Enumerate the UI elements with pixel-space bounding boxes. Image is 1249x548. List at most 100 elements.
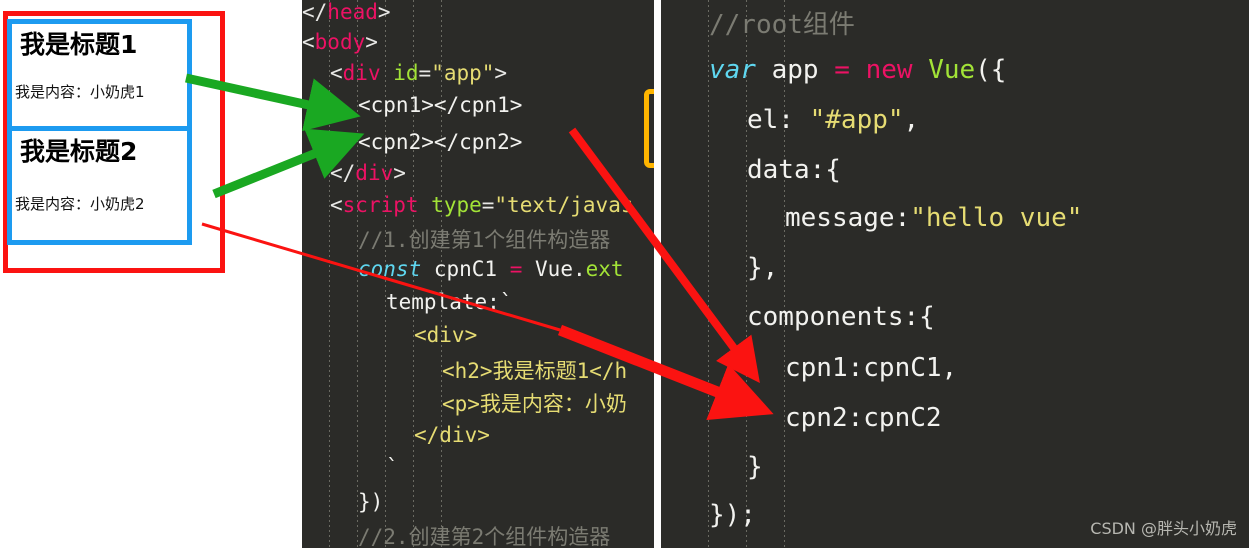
- cpn-tags-orange-highlight-box: [644, 89, 654, 168]
- code-token: </: [302, 0, 328, 24]
- code-token: <: [330, 193, 343, 217]
- code-line: <cpn2></cpn2>: [358, 130, 522, 154]
- code-token: </div>: [414, 423, 490, 447]
- code-token: </: [330, 161, 356, 185]
- code-line: <body>: [302, 30, 378, 54]
- code-token: <: [330, 61, 343, 85]
- code-token: <cpn2></cpn2>: [358, 130, 523, 154]
- code-token: head: [327, 0, 378, 24]
- component-card-title: 我是标题2: [20, 137, 138, 166]
- code-token: });: [709, 500, 756, 530]
- code-token: template:`: [386, 290, 513, 314]
- code-token: =: [834, 55, 850, 85]
- code-token: id: [393, 61, 419, 85]
- code-token: div: [355, 161, 394, 185]
- code-line: <h2>我是标题1</h: [442, 355, 627, 385]
- code-line: </div>: [330, 161, 406, 185]
- code-token: }): [358, 490, 384, 514]
- code-token: var: [709, 55, 756, 85]
- component-card-text: 我是内容：小奶虎1: [15, 83, 145, 101]
- code-line: <script type="text/javas: [330, 193, 633, 217]
- code-token: components:{: [747, 302, 935, 332]
- code-line: //1.创建第1个组件构造器: [358, 224, 610, 254]
- code-line: message:"hello vue": [785, 203, 1082, 233]
- code-line: });: [709, 500, 756, 530]
- code-token: Vue.: [522, 257, 586, 281]
- code-token: const: [358, 257, 422, 281]
- code-token: },: [747, 253, 779, 283]
- code-line: <p>我是内容：小奶: [442, 388, 627, 418]
- code-token: =: [509, 257, 523, 281]
- code-token: >: [365, 30, 378, 54]
- component-card-title: 我是标题1: [20, 30, 138, 59]
- code-token: <: [302, 30, 315, 54]
- code-token: ,: [903, 105, 920, 135]
- code-token: =: [481, 193, 495, 217]
- code-token: el:: [747, 105, 810, 135]
- component-card-text: 我是内容：小奶虎2: [15, 195, 145, 213]
- js-code-pane[interactable]: CSDN @胖头小奶虎 //root组件 var app = new Vue({ e…: [661, 0, 1249, 548]
- code-token: <p>我是内容：小奶: [442, 392, 627, 416]
- code-line: </div>: [414, 423, 490, 447]
- code-token: >: [393, 161, 406, 185]
- code-line: }): [358, 490, 383, 514]
- code-line: }: [747, 452, 763, 482]
- component-card-cpn1: 我是标题1 我是内容：小奶虎1: [7, 19, 192, 131]
- code-token: "hello vue": [910, 203, 1083, 233]
- code-token: div: [342, 61, 381, 85]
- code-token: >: [377, 0, 391, 24]
- csdn-watermark: CSDN @胖头小奶虎: [1090, 519, 1237, 538]
- code-token: type: [431, 193, 482, 217]
- code-token: =: [418, 61, 432, 85]
- code-token: <cpn1></cpn1>: [358, 93, 523, 117]
- code-token: <div>: [414, 323, 478, 347]
- code-line: `: [386, 455, 399, 479]
- code-token: new: [865, 55, 913, 85]
- screenshot-root: 我是标题1 我是内容：小奶虎1 我是标题2 我是内容：小奶虎2 </head> <…: [0, 0, 1249, 548]
- code-line: data:{: [747, 155, 841, 185]
- code-token: }: [747, 452, 763, 482]
- code-line: </head>: [302, 0, 391, 24]
- code-token: <h2>我是标题1</h: [442, 359, 628, 383]
- code-line: var app = new Vue({: [709, 55, 1006, 85]
- code-line: components:{: [747, 302, 935, 332]
- code-line: //2.创建第2个组件构造器: [358, 521, 610, 548]
- code-token: ({: [975, 55, 1007, 85]
- code-token: script: [342, 193, 419, 217]
- code-token: //root组件: [709, 10, 855, 40]
- code-token: "#app": [809, 105, 904, 135]
- code-line: el: "#app",: [747, 105, 919, 135]
- code-line: <div>: [414, 323, 477, 347]
- code-line: const cpnC1 = Vue.ext: [358, 257, 624, 281]
- code-token: cpn1:cpnC1,: [785, 353, 958, 383]
- code-token: message:: [785, 203, 911, 233]
- code-line: template:`: [386, 290, 512, 314]
- code-token: "app": [431, 61, 495, 85]
- code-token: //1.创建第1个组件构造器: [358, 228, 611, 252]
- code-line: cpn1:cpnC1,: [785, 353, 957, 383]
- code-token: cpnC1: [421, 257, 510, 281]
- component-card-cpn2: 我是标题2 我是内容：小奶虎2: [7, 126, 192, 245]
- code-line: <cpn1></cpn1>: [358, 93, 522, 117]
- code-token: ext: [585, 257, 624, 281]
- code-line: cpn2:cpnC2: [785, 403, 942, 433]
- code-line: },: [747, 253, 778, 283]
- pane-divider: [654, 0, 661, 548]
- code-token: `: [386, 455, 399, 479]
- code-token: "text/javas: [494, 193, 634, 217]
- code-line: <div id="app">: [330, 61, 507, 85]
- code-token: //2.创建第2个组件构造器: [358, 525, 611, 548]
- code-token: app: [755, 55, 835, 85]
- code-token: Vue: [928, 55, 976, 85]
- code-token: data:{: [747, 155, 841, 185]
- code-token: >: [494, 61, 508, 85]
- code-token: cpn2:cpnC2: [785, 403, 942, 433]
- code-line: //root组件: [709, 4, 855, 41]
- browser-preview-pane: 我是标题1 我是内容：小奶虎1 我是标题2 我是内容：小奶虎2: [0, 0, 302, 548]
- html-code-pane[interactable]: </head> <body> <div id="app"> <cpn1></cpn1>…: [302, 0, 654, 548]
- code-token: body: [314, 30, 366, 54]
